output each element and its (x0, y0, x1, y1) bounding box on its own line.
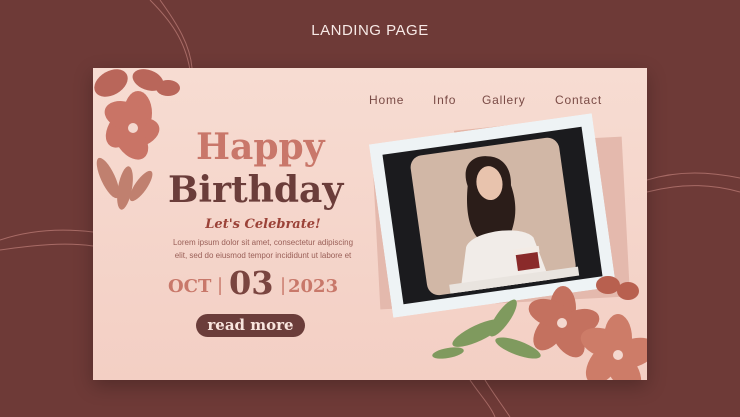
hero-description-line-2: elit, sed do eiusmod tempor incididunt u… (174, 251, 352, 260)
hero-description-line-1: Lorem ipsum dolor sit amet, consectetur … (172, 238, 354, 247)
page-header-title: LANDING PAGE (311, 22, 429, 39)
nav-contact-link[interactable]: Contact (555, 93, 602, 107)
nav-info-link[interactable]: Info (433, 93, 456, 107)
flower-decoration-bottom-right (432, 276, 647, 380)
date-day: 03 (229, 264, 274, 302)
nav-gallery-link[interactable]: Gallery (482, 93, 526, 107)
date-separator-1: | (217, 275, 224, 296)
read-more-button[interactable]: read more (196, 314, 305, 337)
date-year: 2023 (288, 276, 339, 297)
event-date: OCT | 03 | 2023 (166, 264, 366, 304)
date-month: OCT (168, 276, 212, 297)
top-navigation: Home Info Gallery Contact (93, 93, 647, 109)
hero-description: Lorem ipsum dolor sit amet, consectetur … (163, 236, 363, 262)
hero-subtitle: Let's Celebrate! (205, 217, 321, 232)
date-separator-2: | (280, 275, 287, 296)
nav-home-link[interactable]: Home (369, 93, 404, 107)
landing-card: Home Info Gallery Contact Happy Birthday… (93, 68, 647, 380)
hero-title-happy: Happy (196, 126, 325, 168)
hero-title-birthday: Birthday (168, 169, 344, 211)
